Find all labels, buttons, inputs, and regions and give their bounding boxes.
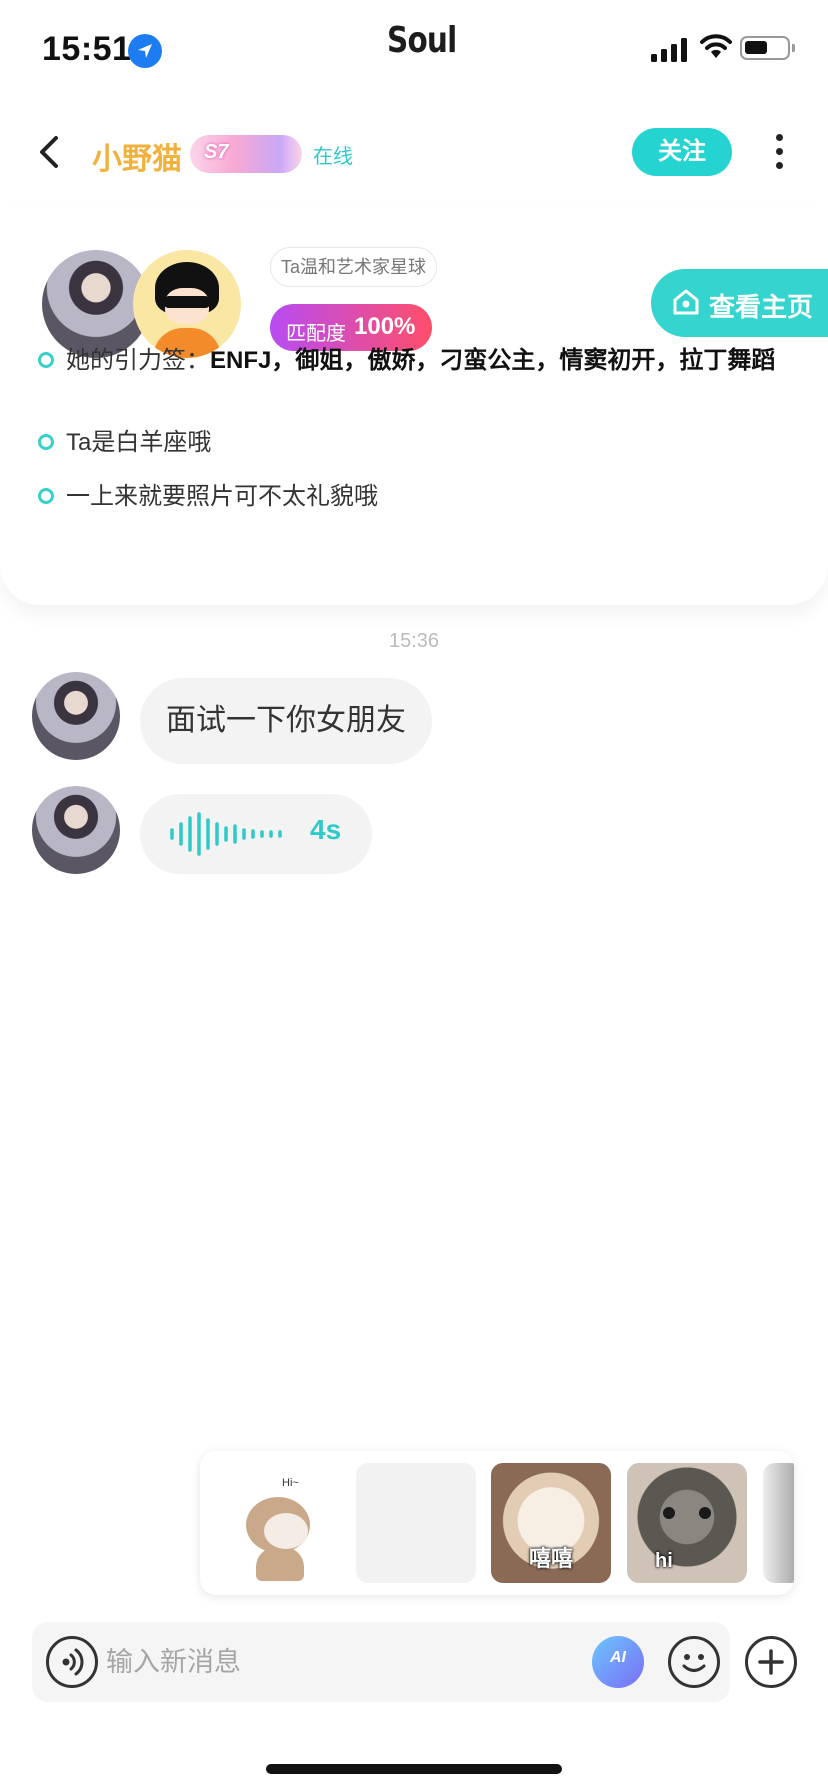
voice-message-bubble[interactable]: 4s xyxy=(140,794,372,874)
trait-zodiac-text: Ta是白羊座哦 xyxy=(66,429,212,456)
smiley-icon xyxy=(682,1654,706,1672)
trait-tip-text: 一上来就要照片可不太礼貌哦 xyxy=(66,483,378,510)
sticker-suggestions: Hi~ 嘻嘻 hi xyxy=(200,1451,794,1595)
view-homepage-label: 查看主页 xyxy=(709,292,814,322)
voice-duration: 4s xyxy=(310,814,342,845)
text-message-bubble[interactable]: 面试一下你女朋友 xyxy=(140,678,432,764)
message-text: 面试一下你女朋友 xyxy=(166,704,406,737)
sticker-cat-xixi-caption: 嘻嘻 xyxy=(528,1546,573,1571)
view-homepage-button[interactable]: 查看主页 xyxy=(651,269,828,337)
location-arrow-icon xyxy=(128,34,162,68)
sticker-cat-hi-caption: hi xyxy=(655,1550,673,1572)
chevron-left-icon xyxy=(40,136,58,168)
message-input[interactable] xyxy=(106,1622,506,1702)
vip-badge: S7 xyxy=(190,135,302,173)
plus-icon xyxy=(758,1649,784,1675)
sticker-bear-caption: Hi~ xyxy=(282,1477,299,1489)
voice-input-button[interactable] xyxy=(46,1636,98,1688)
planet-tag: Ta温和艺术家星球 xyxy=(270,247,438,287)
more-options-button[interactable] xyxy=(764,130,794,176)
voice-wave-icon xyxy=(62,1648,84,1676)
home-indicator xyxy=(266,1764,562,1774)
match-value: 100% xyxy=(354,313,416,340)
voice-waveform-icon xyxy=(170,812,282,856)
chat-header: 小野猫 S7 在线 关注 xyxy=(0,110,828,195)
bullet-circle-icon xyxy=(38,434,54,450)
trait-tags-prefix: 她的引力签： xyxy=(66,347,210,374)
my-avatar[interactable] xyxy=(133,250,241,358)
contact-nickname[interactable]: 小野猫 xyxy=(92,134,182,178)
battery-icon xyxy=(740,36,795,60)
match-label: 匹配度 xyxy=(286,323,346,345)
wifi-icon xyxy=(700,34,732,58)
match-profile-card: Ta温和艺术家星球 匹配度 100% 查看主页 她的引力签：ENFJ，御姐，傲娇… xyxy=(0,205,828,605)
online-status: 在线 xyxy=(313,146,353,168)
more-actions-button[interactable] xyxy=(745,1636,797,1688)
emoji-button[interactable] xyxy=(668,1636,720,1688)
sticker-more[interactable] xyxy=(763,1463,794,1583)
message-avatar[interactable] xyxy=(32,672,120,760)
more-vertical-icon xyxy=(764,134,794,169)
vip-badge-label: S7 xyxy=(204,141,229,163)
app-logo: Soul xyxy=(387,20,457,61)
status-bar: 15:51 Soul xyxy=(0,0,828,100)
ai-bulb-icon: AI xyxy=(610,1649,626,1666)
back-button[interactable] xyxy=(32,130,66,174)
status-time: 15:51 xyxy=(42,30,132,68)
chat-timestamp: 15:36 xyxy=(388,630,440,652)
sticker-cat-xixi[interactable]: 嘻嘻 xyxy=(491,1463,611,1583)
trait-tags-values: ENFJ，御姐，傲娇，刁蛮公主，情窦初开，拉丁舞蹈 xyxy=(210,347,776,374)
trait-zodiac: Ta是白羊座哦 xyxy=(38,425,798,461)
follow-button[interactable]: 关注 xyxy=(632,128,732,176)
sticker-loading[interactable] xyxy=(356,1463,476,1583)
sticker-cat-hi[interactable]: hi xyxy=(627,1463,747,1583)
bullet-circle-icon xyxy=(38,488,54,504)
cellular-signal-icon xyxy=(651,38,687,62)
bullet-circle-icon xyxy=(38,352,54,368)
trait-tags: 她的引力签：ENFJ，御姐，傲娇，刁蛮公主，情窦初开，拉丁舞蹈 xyxy=(38,343,798,379)
message-avatar[interactable] xyxy=(32,786,120,874)
message-input-bar: AI xyxy=(32,1622,730,1702)
trait-tip: 一上来就要照片可不太礼貌哦 xyxy=(38,479,798,515)
home-icon xyxy=(673,289,699,315)
ai-assistant-button[interactable]: AI xyxy=(592,1636,644,1688)
sticker-bear-hi[interactable]: Hi~ xyxy=(220,1463,340,1583)
